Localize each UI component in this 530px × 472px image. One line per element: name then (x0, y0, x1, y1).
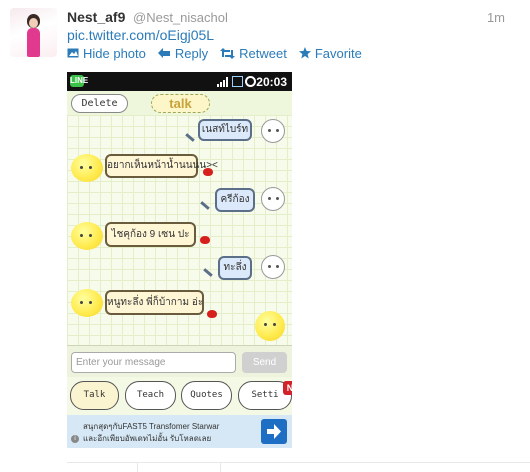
message-input[interactable]: Enter your message (71, 352, 236, 373)
avatar-dress (27, 28, 40, 57)
strawberry-icon (207, 310, 217, 318)
reply-label: Reply (174, 45, 209, 61)
retweet-label: Retweet (239, 45, 287, 61)
chat-area: เนสท์ไบร์ท อยากเห็นหน้าน้ำนนนน>< ครีก้อง… (67, 115, 292, 345)
new-badge: N (283, 381, 292, 395)
tab-talk[interactable]: Talk (70, 381, 119, 410)
talk-title: talk (151, 94, 210, 113)
tab-teach[interactable]: Teach (125, 381, 176, 410)
tweet-photo[interactable]: LINE 20:03 Delete talk เนสท์ไบร์ท อยากเห… (67, 72, 292, 448)
favorite-label: Favorite (314, 45, 362, 61)
message-bubble-out: ทะลึ่ง (218, 256, 252, 280)
bot-avatar (261, 187, 285, 211)
delete-button[interactable]: Delete (71, 94, 128, 113)
tab-quotes[interactable]: Quotes (181, 381, 232, 410)
photo-link[interactable]: pic.twitter.com/oEigj05L (67, 27, 214, 43)
chick-avatar (71, 289, 103, 317)
star-icon (298, 47, 311, 59)
hide-photo-button[interactable]: Hide photo (67, 46, 146, 61)
line-app-icon: LINE (70, 75, 89, 87)
message-bubble-in: หนูทะลึ่ง พี่ก็บ้ากาม อ่ะ (105, 290, 204, 315)
message-bubble-out: ครีก้อง (215, 188, 255, 212)
sleeping-chick-decoration (255, 311, 285, 341)
author-name[interactable]: Nest_af9 (67, 9, 125, 25)
tweet-timestamp[interactable]: 1m (487, 10, 505, 25)
alarm-icon (245, 76, 256, 87)
phone-status-bar: LINE 20:03 (67, 72, 292, 91)
reply-icon (157, 48, 170, 58)
message-text: ไชคุก้อง 9 เซน ปะ (111, 229, 190, 240)
favorite-button[interactable]: Favorite (298, 45, 362, 61)
bottom-tabs: Talk Teach Quotes Setti N (67, 377, 292, 415)
pencil-icon (203, 268, 213, 277)
message-input-bar: Enter your message Send (67, 345, 292, 377)
status-clock: 20:03 (256, 75, 287, 89)
ad-arrow-button[interactable] (261, 419, 287, 444)
ad-text-line2: และอีกเพียบอัพเดทไม่อั้น รับโหลดเลย (83, 434, 212, 443)
signal-icon (217, 77, 228, 87)
message-bubble-out: เนสท์ไบร์ท (198, 119, 252, 141)
column-divider (220, 462, 221, 472)
author-avatar[interactable] (10, 8, 57, 57)
chick-avatar (71, 222, 103, 250)
author-handle[interactable]: @Nest_nisachol (133, 10, 228, 25)
avatar-face (29, 18, 38, 28)
strawberry-icon (200, 236, 210, 244)
battery-icon (232, 76, 243, 87)
message-bubble-in: อยากเห็นหน้าน้ำนนนน>< (105, 154, 218, 178)
photo-icon (67, 48, 79, 58)
chat-header: Delete talk (67, 91, 292, 115)
message-text: ทะลึ่ง (223, 262, 247, 273)
arrow-right-icon (267, 424, 281, 439)
column-divider (137, 462, 138, 472)
retweet-button[interactable]: Retweet (220, 46, 287, 61)
hide-photo-label: Hide photo (83, 45, 146, 61)
pencil-icon (200, 201, 210, 210)
pencil-icon (185, 133, 195, 142)
ad-banner[interactable]: i สนุกสุดๆกับFAST5 Transfomer Starwar แล… (67, 415, 292, 448)
info-icon[interactable]: i (71, 435, 79, 443)
reply-button[interactable]: Reply (157, 45, 209, 61)
send-button[interactable]: Send (242, 352, 287, 373)
tweet-actions: Hide photo Reply Retweet Favorite (67, 45, 374, 61)
message-text: เนสท์ไบร์ท (201, 124, 249, 135)
bot-avatar (261, 255, 285, 279)
retweet-icon (220, 47, 236, 59)
chick-avatar (71, 154, 103, 182)
message-text: ครีก้อง (220, 194, 250, 205)
message-bubble-in: ไชคุก้อง 9 เซน ปะ (105, 222, 196, 247)
strawberry-icon (203, 168, 213, 176)
message-text: หนูทะลึ่ง พี่ก็บ้ากาม อ่ะ (107, 297, 204, 308)
bot-avatar (261, 119, 285, 143)
message-text: อยากเห็นหน้าน้ำนนนน>< (107, 160, 218, 171)
